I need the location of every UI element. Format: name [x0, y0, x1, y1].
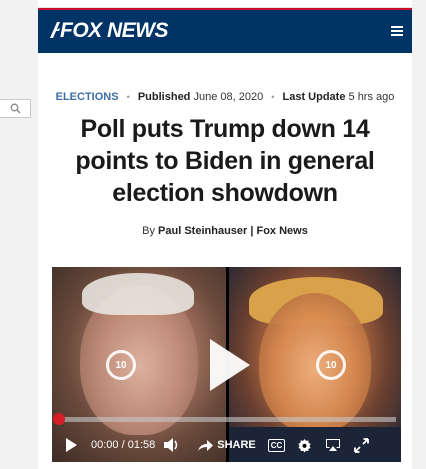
- menu-icon[interactable]: [391, 26, 403, 36]
- author-link[interactable]: Paul Steinhauser | Fox News: [158, 225, 308, 237]
- article-headline: Poll puts Trump down 14 points to Biden …: [75, 115, 375, 207]
- share-icon: [198, 439, 214, 451]
- published-label: Published: [137, 91, 191, 103]
- video-controls: 00:00 / 01:58 SHARE CC: [52, 428, 401, 462]
- forward-10-icon[interactable]: 10: [316, 350, 346, 380]
- updated-ago: 5 hrs ago: [348, 91, 395, 103]
- volume-icon[interactable]: [163, 437, 181, 453]
- meta-separator: •: [126, 92, 130, 102]
- share-label: SHARE: [217, 439, 256, 451]
- progress-handle[interactable]: [53, 413, 65, 425]
- rewind-10-icon[interactable]: 10: [106, 350, 136, 380]
- byline: By Paul Steinhauser | Fox News: [38, 225, 412, 237]
- share-button[interactable]: SHARE: [197, 439, 256, 452]
- top-strip: [38, 0, 412, 8]
- fox-news-logo[interactable]: FOX NEWS: [48, 19, 169, 43]
- progress-bar[interactable]: [58, 417, 396, 422]
- byline-prefix: By: [142, 225, 155, 237]
- time-separator: /: [121, 439, 125, 451]
- settings-icon[interactable]: [297, 438, 312, 453]
- published-date: June 08, 2020: [193, 91, 264, 103]
- trump-image: [259, 293, 371, 433]
- logo-text: FOX NEWS: [60, 19, 169, 42]
- video-player[interactable]: 10 10 00:00 / 01:58 SHARE CC: [52, 267, 401, 462]
- search-icon: [10, 103, 20, 114]
- time-display: 00:00 / 01:58: [91, 439, 155, 451]
- play-icon[interactable]: [210, 339, 250, 391]
- closed-captions-icon[interactable]: CC: [267, 438, 286, 452]
- biden-hair: [82, 273, 194, 315]
- duration: 01:58: [127, 439, 156, 451]
- forward-seconds: 10: [325, 359, 337, 371]
- cc-label: CC: [267, 438, 286, 452]
- site-header: FOX NEWS: [38, 8, 412, 53]
- article-page: FOX NEWS ELECTIONS • Published June 08, …: [38, 0, 412, 469]
- fullscreen-icon[interactable]: [354, 437, 370, 453]
- current-time: 00:00: [91, 439, 119, 451]
- airplay-icon[interactable]: [325, 438, 341, 452]
- article-meta: ELECTIONS • Published June 08, 2020 • La…: [38, 91, 412, 103]
- category-link[interactable]: ELECTIONS: [56, 91, 119, 103]
- play-button[interactable]: [66, 438, 77, 452]
- rewind-seconds: 10: [115, 359, 127, 371]
- search-button[interactable]: [0, 99, 31, 118]
- updated-label: Last Update: [282, 91, 346, 103]
- meta-separator: •: [271, 92, 275, 102]
